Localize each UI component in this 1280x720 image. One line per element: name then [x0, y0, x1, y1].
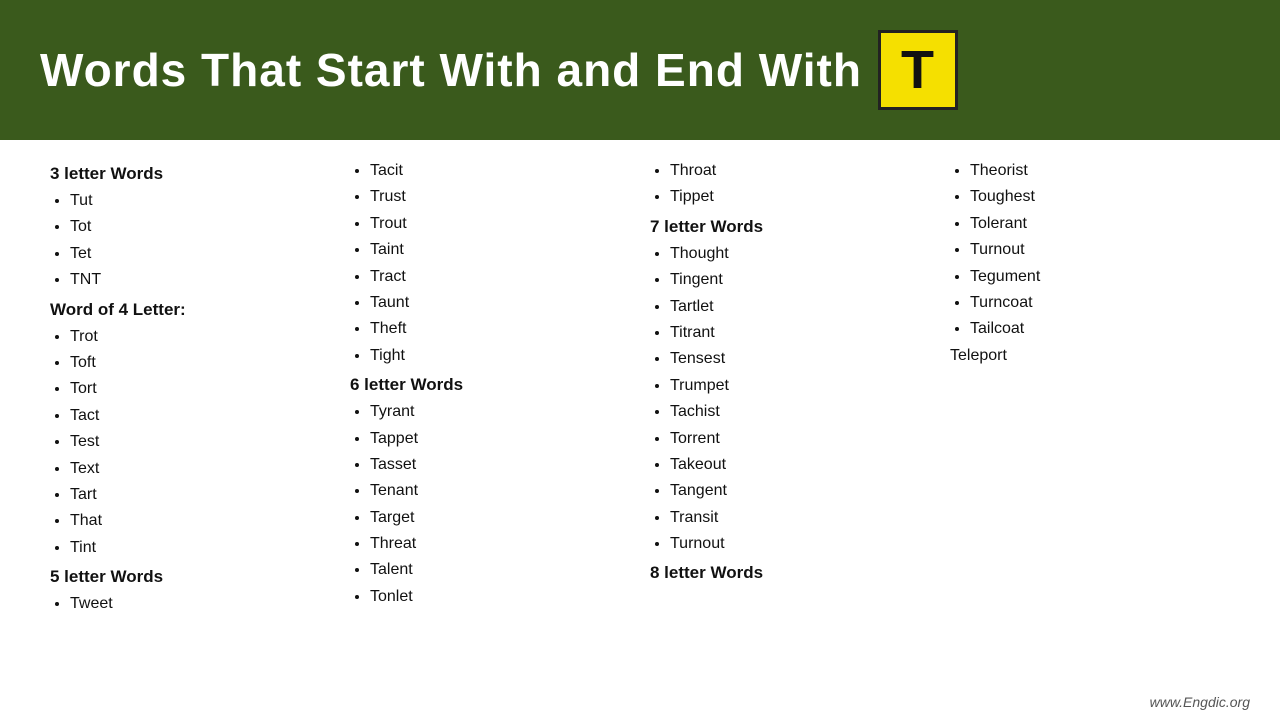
- list-item: Titrant: [670, 320, 940, 346]
- column-3: Throat Tippet 7 letter Words Thought Tin…: [650, 158, 950, 710]
- list-item: Tachist: [670, 399, 940, 425]
- heading-4letter: Word of 4 Letter:: [50, 300, 340, 320]
- heading-7letter: 7 letter Words: [650, 217, 940, 237]
- list-item: Takeout: [670, 452, 940, 478]
- list-item: Transit: [670, 505, 940, 531]
- list-item: Turnout: [970, 237, 1240, 263]
- list-item: TNT: [70, 267, 340, 293]
- list-item: Tacit: [370, 158, 640, 184]
- list-5letter: Tweet: [50, 591, 340, 617]
- list-item: Turnout: [670, 531, 940, 557]
- list-item: Throat: [670, 158, 940, 184]
- list-item: Tet: [70, 241, 340, 267]
- header: Words That Start With and End With T: [0, 0, 1280, 140]
- header-title-text: Words That Start With and End With: [40, 43, 862, 97]
- list-item: Tegument: [970, 264, 1240, 290]
- list-item: Tyrant: [370, 399, 640, 425]
- list-item: Theorist: [970, 158, 1240, 184]
- list-7letter: Thought Tingent Tartlet Titrant Tensest …: [650, 241, 940, 558]
- header-title: Words That Start With and End With T: [40, 30, 958, 110]
- list-item: Turncoat: [970, 290, 1240, 316]
- column-2: Tacit Trust Trout Taint Tract Taunt Thef…: [350, 158, 650, 710]
- list-item: Torrent: [670, 426, 940, 452]
- list-item: Tot: [70, 214, 340, 240]
- list-item: Tact: [70, 403, 340, 429]
- list-item: Tensest: [670, 346, 940, 372]
- list-item: Tweet: [70, 591, 340, 617]
- heading-6letter: 6 letter Words: [350, 375, 640, 395]
- list-5letter-cont: Tacit Trust Trout Taint Tract Taunt Thef…: [350, 158, 640, 369]
- heading-5letter: 5 letter Words: [50, 567, 340, 587]
- list-4letter: Trot Toft Tort Tact Test Text Tart That …: [50, 324, 340, 562]
- content-area: 3 letter Words Tut Tot Tet TNT Word of 4…: [0, 140, 1280, 720]
- list-item: Thought: [670, 241, 940, 267]
- list-item: Tint: [70, 535, 340, 561]
- list-item: Tut: [70, 188, 340, 214]
- list-item: Trout: [370, 211, 640, 237]
- list-item: Tappet: [370, 426, 640, 452]
- list-item: Talent: [370, 557, 640, 583]
- list-8letter: Theorist Toughest Tolerant Turnout Tegum…: [950, 158, 1240, 343]
- list-item: Tolerant: [970, 211, 1240, 237]
- list-item: Tasset: [370, 452, 640, 478]
- list-item: That: [70, 508, 340, 534]
- list-item: Tingent: [670, 267, 940, 293]
- list-item: Toft: [70, 350, 340, 376]
- list-item: Taint: [370, 237, 640, 263]
- list-item: Toughest: [970, 184, 1240, 210]
- list-item: Threat: [370, 531, 640, 557]
- list-item: Tart: [70, 482, 340, 508]
- list-item: Tract: [370, 264, 640, 290]
- standalone-teleport: Teleport: [950, 347, 1240, 365]
- list-item: Tartlet: [670, 294, 940, 320]
- list-item: Text: [70, 456, 340, 482]
- list-item: Taunt: [370, 290, 640, 316]
- list-item: Tailcoat: [970, 316, 1240, 342]
- list-item: Trumpet: [670, 373, 940, 399]
- column-1: 3 letter Words Tut Tot Tet TNT Word of 4…: [50, 158, 350, 710]
- list-item: Tonlet: [370, 584, 640, 610]
- heading-8letter: 8 letter Words: [650, 563, 940, 583]
- list-item: Target: [370, 505, 640, 531]
- list-item: Tangent: [670, 478, 940, 504]
- t-badge: T: [878, 30, 958, 110]
- list-6letter: Tyrant Tappet Tasset Tenant Target Threa…: [350, 399, 640, 610]
- list-item: Tenant: [370, 478, 640, 504]
- list-3letter: Tut Tot Tet TNT: [50, 188, 340, 294]
- list-item: Tight: [370, 343, 640, 369]
- list-item: Theft: [370, 316, 640, 342]
- list-item: Test: [70, 429, 340, 455]
- footer-credit: www.Engdic.org: [1150, 694, 1250, 710]
- list-item: Tippet: [670, 184, 940, 210]
- heading-3letter: 3 letter Words: [50, 164, 340, 184]
- list-item: Trot: [70, 324, 340, 350]
- list-item: Tort: [70, 376, 340, 402]
- list-6letter-cont: Throat Tippet: [650, 158, 940, 211]
- column-4: Theorist Toughest Tolerant Turnout Tegum…: [950, 158, 1250, 710]
- list-item: Trust: [370, 184, 640, 210]
